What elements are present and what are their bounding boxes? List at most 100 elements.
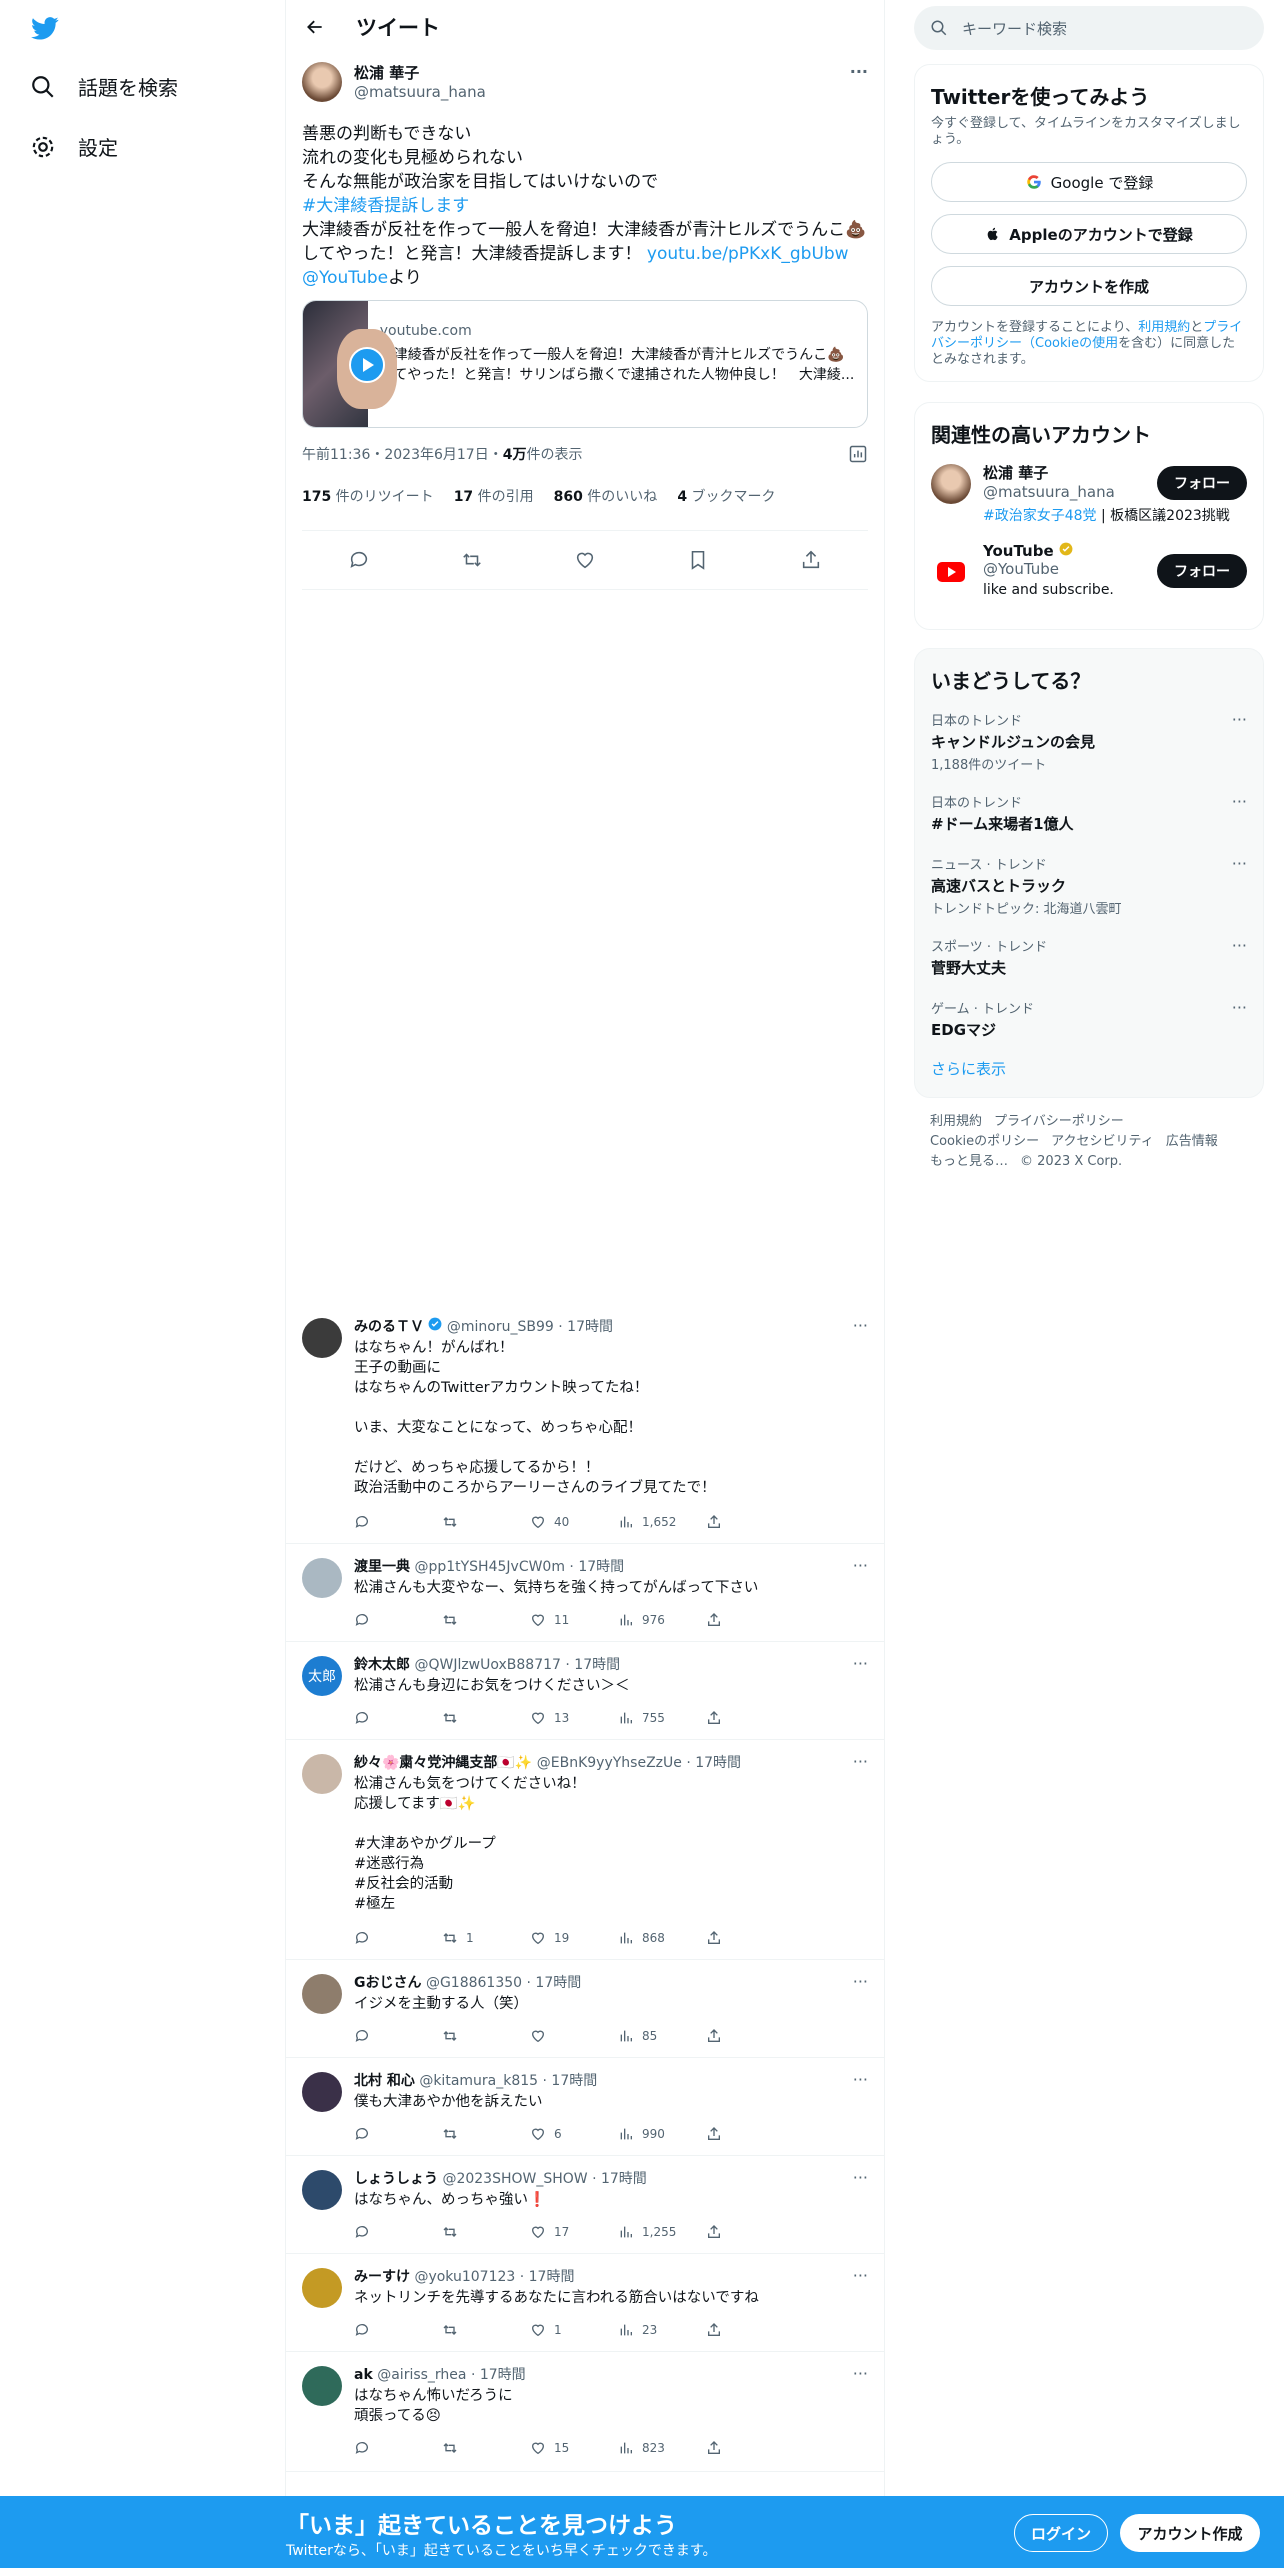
- reply-tweet[interactable]: Gおじさん @G18861350 · 17時間 ··· イジメを主動する人（笑）…: [286, 1960, 884, 2058]
- reply-handle[interactable]: @airiss_rhea · 17時間: [377, 2367, 525, 2383]
- retweet-button[interactable]: [442, 1514, 530, 1530]
- more-icon[interactable]: ···: [853, 1556, 868, 1575]
- reply-tweet[interactable]: ak @airiss_rhea · 17時間 ··· はなちゃん怖いだろうに 頑…: [286, 2352, 884, 2472]
- reply-handle[interactable]: @yoku107123 · 17時間: [414, 2269, 574, 2285]
- reply-tweet[interactable]: 紗々🌸粛々党沖縄支部🇯🇵✨ @EBnK9yyYhseZzUe · 17時間 ··…: [286, 1740, 884, 1960]
- trend-item[interactable]: ゲーム · トレンド EDGマジ ···: [915, 988, 1263, 1050]
- share-button[interactable]: [706, 1710, 794, 1726]
- share-button[interactable]: [706, 2126, 794, 2142]
- avatar[interactable]: 太郎: [302, 1656, 342, 1696]
- show-more-link[interactable]: さらに表示: [915, 1050, 1263, 1087]
- more-icon[interactable]: ···: [850, 62, 868, 81]
- avatar[interactable]: [302, 2268, 342, 2308]
- author-name[interactable]: 松浦 華子: [354, 62, 486, 83]
- reply-author[interactable]: 紗々🌸粛々党沖縄支部🇯🇵✨: [354, 1755, 532, 1771]
- views-button[interactable]: 976: [618, 1612, 706, 1628]
- reply-author[interactable]: ak: [354, 2367, 373, 2383]
- like-button[interactable]: 1: [530, 2322, 618, 2338]
- like-button[interactable]: 40: [530, 1514, 618, 1530]
- retweet-button[interactable]: [442, 2440, 530, 2456]
- reply-tweet[interactable]: 北村 和心 @kitamura_k815 · 17時間 ··· 僕も大津あやか他…: [286, 2058, 884, 2156]
- account-item[interactable]: YouTube @YouTube like and subscribe. フォロ…: [915, 542, 1263, 630]
- avatar[interactable]: [302, 62, 342, 102]
- reply-tweet[interactable]: しょうしょう @2023SHOW_SHOW · 17時間 ··· はなちゃん、め…: [286, 2156, 884, 2254]
- hashtag-link[interactable]: #大津綾香提訴します: [302, 194, 868, 218]
- avatar[interactable]: [302, 1318, 342, 1358]
- like-button[interactable]: 15: [530, 2440, 618, 2456]
- views-button[interactable]: 755: [618, 1710, 706, 1726]
- footer-link[interactable]: もっと見る…: [930, 1154, 1008, 1169]
- youtube-logo-icon[interactable]: [931, 556, 971, 588]
- terms-link[interactable]: 利用規約: [1138, 320, 1190, 335]
- more-icon[interactable]: ···: [853, 2266, 868, 2285]
- footer-link[interactable]: プライバシーポリシー: [994, 1114, 1124, 1129]
- nav-settings[interactable]: 設定: [30, 132, 118, 161]
- reply-tweet[interactable]: 太郎 鈴木太郎 @QWJlzwUoxB88717 · 17時間 ··· 松浦さん…: [286, 1642, 884, 1740]
- twitter-logo-icon[interactable]: [28, 14, 62, 42]
- views-button[interactable]: 868: [618, 1930, 706, 1946]
- views-button[interactable]: 990: [618, 2126, 706, 2142]
- analytics-icon[interactable]: [848, 444, 868, 464]
- retweet-button[interactable]: [442, 2028, 530, 2044]
- reply-handle[interactable]: @minoru_SB99 · 17時間: [447, 1319, 613, 1335]
- reply-button[interactable]: [354, 1514, 442, 1530]
- bookmark-stat[interactable]: 4 ブックマーク: [677, 486, 775, 506]
- more-icon[interactable]: ···: [1232, 936, 1247, 955]
- follow-button[interactable]: フォロー: [1157, 466, 1247, 500]
- create-account-button[interactable]: アカウントを作成: [931, 266, 1247, 306]
- trend-item[interactable]: ニュース · トレンド 高速バスとトラック トレンドトピック: 北海道八雲町 ·…: [915, 844, 1263, 926]
- video-thumbnail[interactable]: [303, 301, 397, 427]
- more-icon[interactable]: ···: [1232, 854, 1247, 873]
- reply-button[interactable]: [354, 2440, 442, 2456]
- reply-button[interactable]: [354, 1710, 442, 1726]
- retweet-icon[interactable]: [461, 549, 483, 571]
- reply-handle[interactable]: @pp1tYSH45JvCW0m · 17時間: [414, 1559, 624, 1575]
- views-button[interactable]: 823: [618, 2440, 706, 2456]
- like-button[interactable]: [530, 2028, 618, 2044]
- share-button[interactable]: [706, 1612, 794, 1628]
- follow-button[interactable]: フォロー: [1157, 554, 1247, 588]
- footer-link[interactable]: 利用規約: [930, 1114, 982, 1129]
- views-button[interactable]: 1,255: [618, 2224, 706, 2240]
- reply-button[interactable]: [354, 2126, 442, 2142]
- login-button[interactable]: ログイン: [1014, 2514, 1108, 2552]
- reply-button[interactable]: [354, 2224, 442, 2240]
- views-button[interactable]: 23: [618, 2322, 706, 2338]
- account-name[interactable]: YouTube: [983, 542, 1054, 560]
- reply-icon[interactable]: [348, 549, 370, 571]
- reply-author[interactable]: みーすけ: [354, 2269, 410, 2285]
- retweet-button[interactable]: [442, 1612, 530, 1628]
- tweet-timestamp[interactable]: 午前11:36・2023年6月17日・: [302, 444, 503, 464]
- author-handle[interactable]: @matsuura_hana: [354, 83, 486, 101]
- reply-handle[interactable]: @2023SHOW_SHOW · 17時間: [442, 2171, 646, 2187]
- signup-button[interactable]: アカウント作成: [1120, 2514, 1260, 2552]
- avatar[interactable]: [302, 1558, 342, 1598]
- like-button[interactable]: 11: [530, 1612, 618, 1628]
- avatar[interactable]: [302, 2072, 342, 2112]
- reply-button[interactable]: [354, 2028, 442, 2044]
- share-button[interactable]: [706, 2224, 794, 2240]
- search-input[interactable]: キーワード検索: [962, 18, 1067, 39]
- trend-item[interactable]: 日本のトレンド キャンドルジュンの会見 1,188件のツイート ···: [915, 700, 1263, 782]
- like-icon[interactable]: [574, 549, 596, 571]
- mention-link[interactable]: @YouTube: [302, 268, 388, 288]
- like-button[interactable]: 19: [530, 1930, 618, 1946]
- nav-explore[interactable]: 話題を検索: [30, 72, 178, 101]
- more-icon[interactable]: ···: [853, 2070, 868, 2089]
- more-icon[interactable]: ···: [853, 2364, 868, 2383]
- reply-handle[interactable]: @QWJlzwUoxB88717 · 17時間: [414, 1657, 620, 1673]
- retweet-button[interactable]: 1: [442, 1930, 530, 1946]
- reply-author[interactable]: しょうしょう: [354, 2171, 438, 2187]
- more-icon[interactable]: ···: [853, 1972, 868, 1991]
- reply-button[interactable]: [354, 1930, 442, 1946]
- like-button[interactable]: 17: [530, 2224, 618, 2240]
- reply-author[interactable]: Gおじさん: [354, 1975, 422, 1991]
- retweet-button[interactable]: [442, 2126, 530, 2142]
- like-button[interactable]: 13: [530, 1710, 618, 1726]
- retweet-button[interactable]: [442, 2322, 530, 2338]
- reply-tweet[interactable]: みのるＴＶ @minoru_SB99 · 17時間 ··· はなちゃん！がんばれ…: [286, 1304, 884, 1544]
- back-button[interactable]: [300, 12, 330, 42]
- reply-author[interactable]: 北村 和心: [354, 2073, 415, 2089]
- reply-button[interactable]: [354, 2322, 442, 2338]
- avatar[interactable]: [302, 1974, 342, 2014]
